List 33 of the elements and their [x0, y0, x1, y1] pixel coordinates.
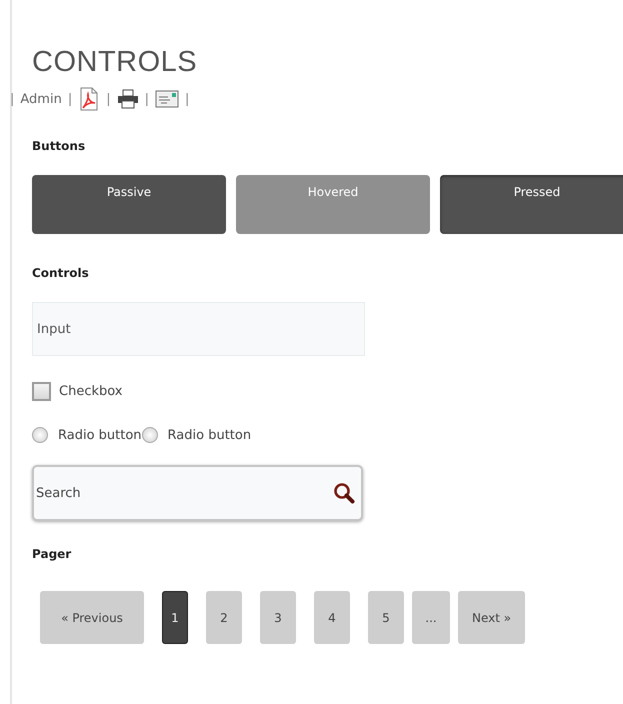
checkbox-label: Checkbox: [59, 384, 122, 399]
separator: |: [106, 92, 111, 106]
ellipsis-button[interactable]: ...: [412, 591, 450, 644]
previous-button[interactable]: « Previous: [40, 591, 144, 644]
input-field[interactable]: Input: [32, 302, 365, 356]
checkbox[interactable]: [32, 382, 51, 401]
section-heading: Pager: [32, 547, 72, 561]
separator: |: [10, 92, 14, 106]
radio-label: Radio button: [168, 428, 252, 442]
radio-label: Radio button: [58, 428, 142, 442]
page-button[interactable]: 3: [260, 591, 296, 644]
section-heading: Buttons: [32, 139, 86, 153]
page-button[interactable]: 2: [206, 591, 242, 644]
search-icon[interactable]: [333, 482, 355, 504]
page-title: CONTROLS: [32, 46, 198, 79]
radio-button[interactable]: [142, 427, 158, 443]
printer-icon[interactable]: [116, 89, 139, 109]
card-icon[interactable]: [155, 90, 179, 108]
pdf-icon[interactable]: [78, 87, 100, 111]
button[interactable]: Pressed: [440, 175, 623, 234]
separator: |: [144, 92, 149, 106]
button[interactable]: Passive: [32, 175, 226, 234]
admin-link[interactable]: Admin: [20, 92, 62, 106]
page-button[interactable]: 4: [314, 591, 350, 644]
separator: |: [185, 92, 190, 106]
next-button[interactable]: Next »: [458, 591, 526, 644]
section-heading: Controls: [32, 266, 90, 280]
page-button[interactable]: 5: [368, 591, 404, 644]
page-button[interactable]: 1: [162, 591, 188, 644]
button[interactable]: Hovered: [236, 175, 430, 234]
search-field[interactable]: Search: [34, 486, 333, 500]
radio-button[interactable]: [32, 427, 48, 443]
separator: |: [68, 92, 72, 106]
